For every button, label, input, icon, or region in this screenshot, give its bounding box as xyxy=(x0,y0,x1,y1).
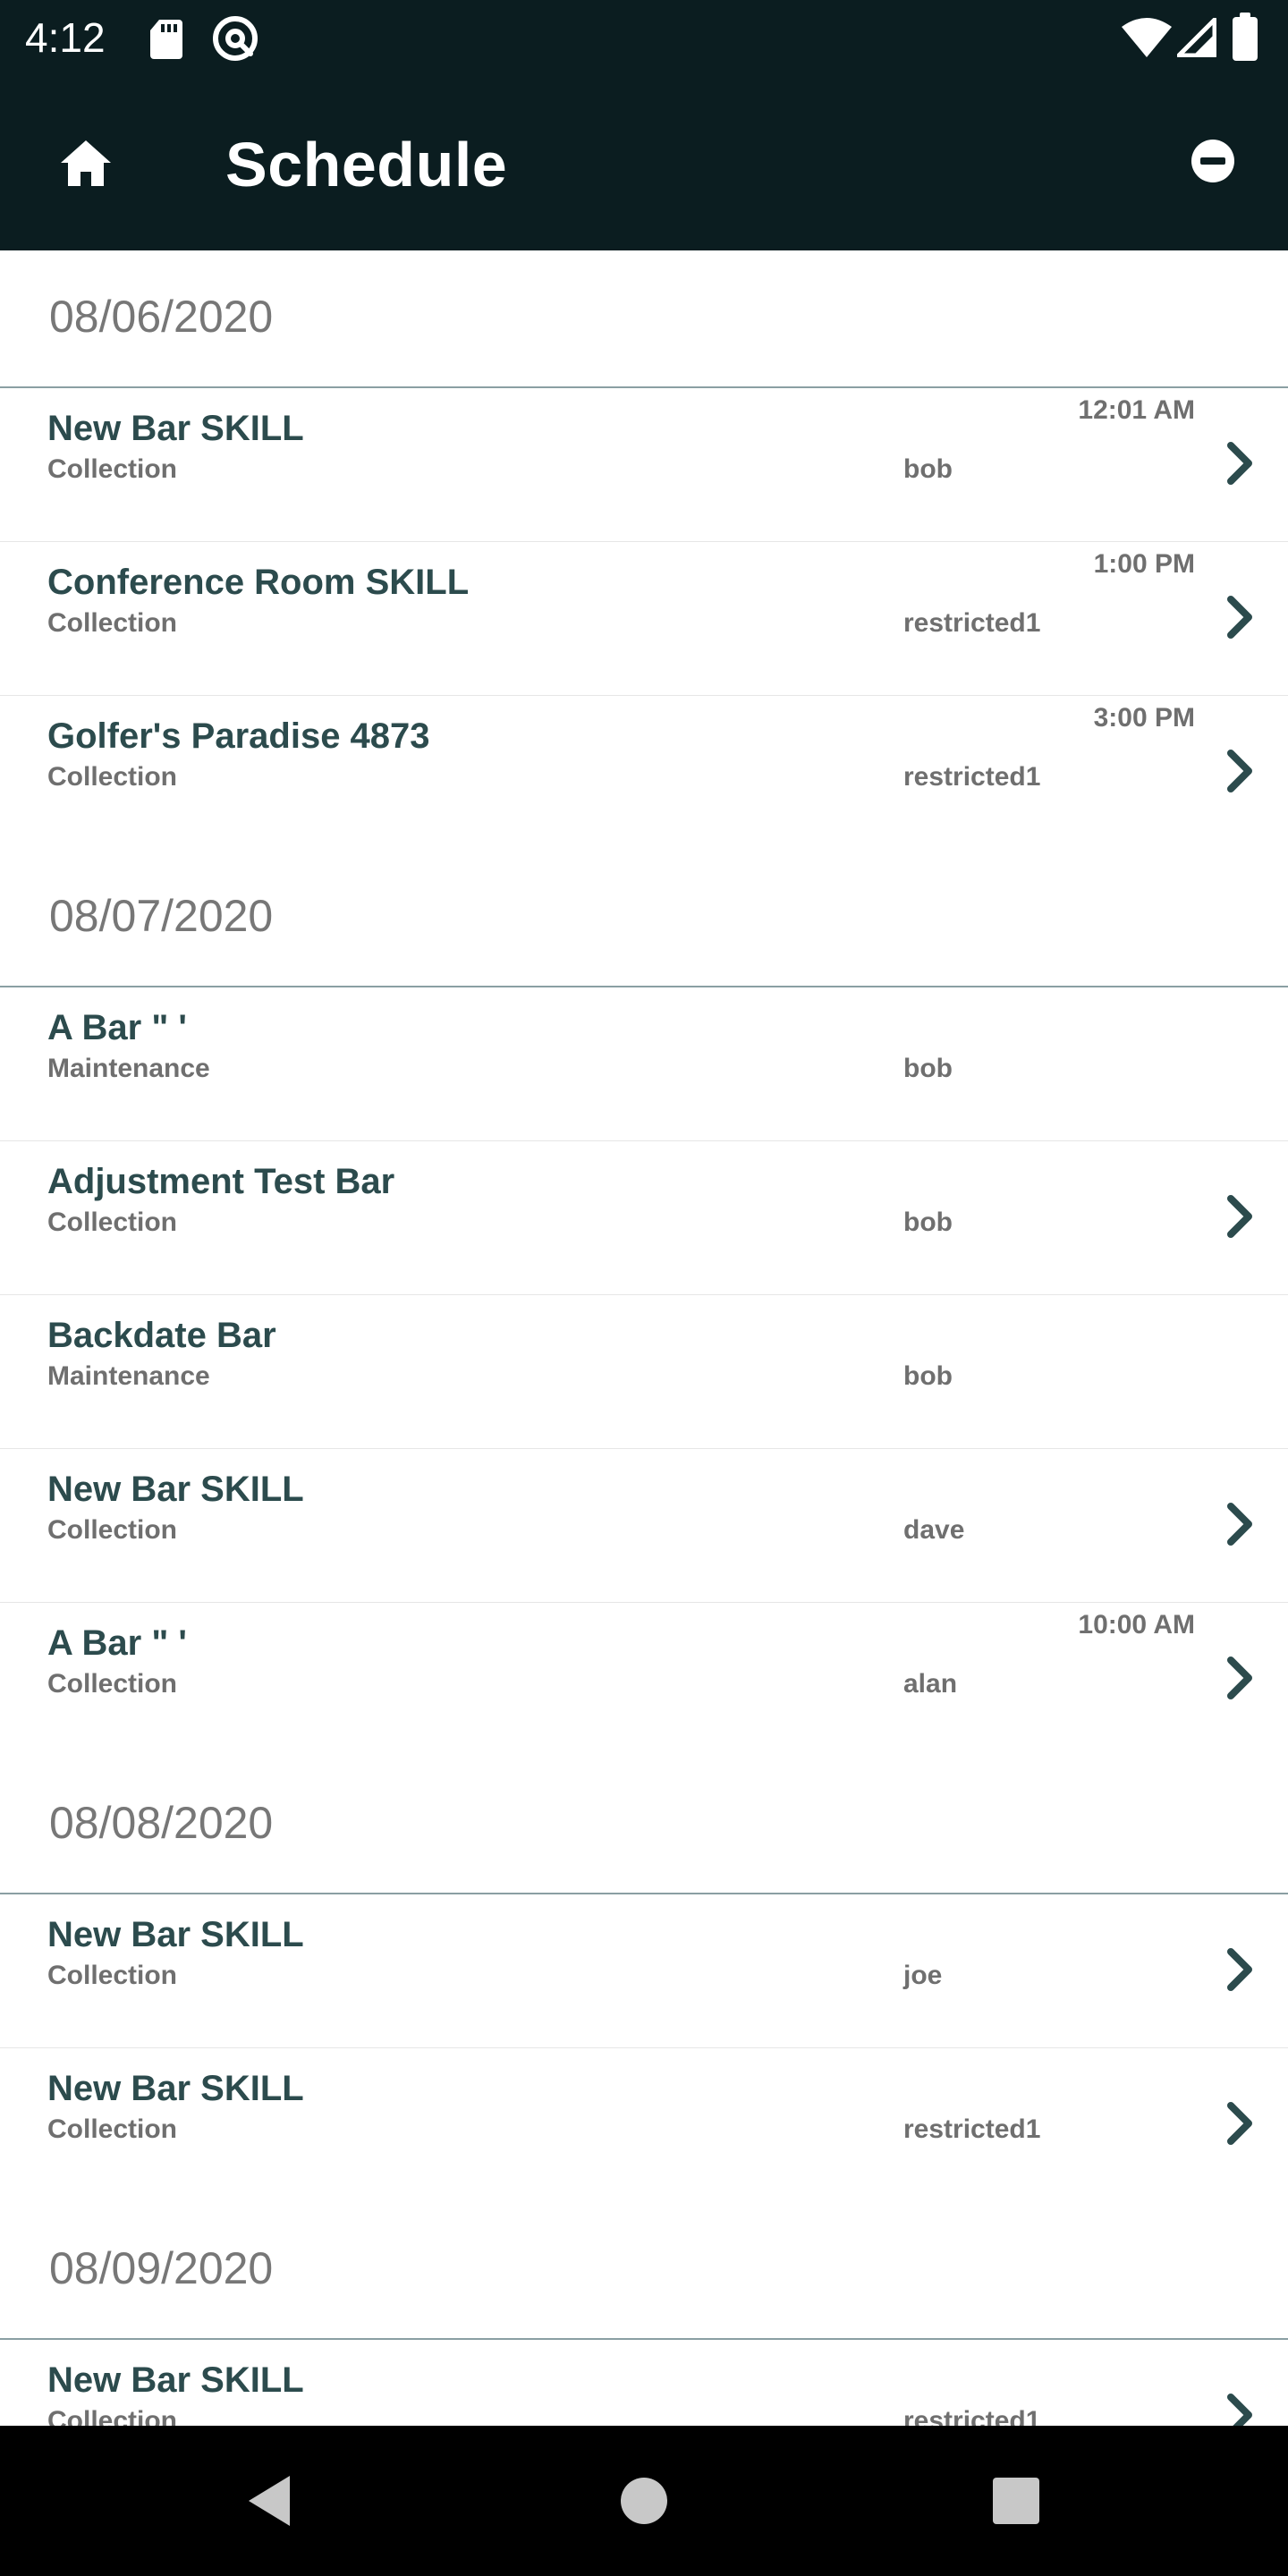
chevron-right-icon[interactable] xyxy=(1225,594,1256,640)
item-title: Conference Room SKILL xyxy=(47,563,470,602)
item-title: A Bar " ' xyxy=(47,1623,187,1663)
item-type: Collection xyxy=(47,454,178,484)
wifi-icon xyxy=(1122,18,1172,57)
sd-card-icon xyxy=(150,20,182,59)
chevron-right-icon[interactable] xyxy=(1225,1501,1256,1547)
item-user: restricted1 xyxy=(903,2406,1041,2426)
chevron-right-icon[interactable] xyxy=(1225,748,1256,794)
schedule-item[interactable]: A Bar " ' Maintenance bob xyxy=(0,987,1288,1141)
status-time: 4:12 xyxy=(25,14,106,61)
page-title: Schedule xyxy=(225,130,508,199)
app-bar: Schedule xyxy=(0,75,1288,250)
item-title: Golfer's Paradise 4873 xyxy=(47,716,430,756)
chevron-right-icon[interactable] xyxy=(1225,2392,1256,2426)
item-title: New Bar SKILL xyxy=(47,1470,304,1509)
item-user: restricted1 xyxy=(903,762,1041,792)
item-user: joe xyxy=(903,1961,943,1990)
item-user: restricted1 xyxy=(903,608,1041,638)
item-time: 3:00 PM xyxy=(1093,703,1195,733)
item-title: New Bar SKILL xyxy=(47,1915,304,1954)
chevron-right-icon[interactable] xyxy=(1225,1193,1256,1240)
item-type: Collection xyxy=(47,2114,178,2144)
date-header: 08/08/2020 xyxy=(0,1757,1288,1894)
schedule-item[interactable]: Backdate Bar Maintenance bob xyxy=(0,1295,1288,1449)
system-nav-bar xyxy=(0,2426,1288,2576)
schedule-item[interactable]: A Bar " ' Collection alan 10:00 AM xyxy=(0,1603,1288,1757)
schedule-item[interactable]: Golfer's Paradise 4873 Collection restri… xyxy=(0,696,1288,850)
item-type: Collection xyxy=(47,1961,178,1990)
chevron-right-icon[interactable] xyxy=(1225,1655,1256,1701)
item-time: 10:00 AM xyxy=(1078,1610,1195,1640)
schedule-item[interactable]: New Bar SKILL Collection restricted1 xyxy=(0,2340,1288,2426)
item-user: alan xyxy=(903,1669,958,1699)
date-label: 08/09/2020 xyxy=(49,2243,274,2293)
item-user: bob xyxy=(903,1361,953,1391)
item-user: bob xyxy=(903,454,953,484)
item-type: Maintenance xyxy=(47,1361,210,1391)
date-label: 08/06/2020 xyxy=(49,292,274,342)
status-bar: 4:12 xyxy=(0,0,1288,75)
item-title: New Bar SKILL xyxy=(47,2069,304,2108)
schedule-item[interactable]: Conference Room SKILL Collection restric… xyxy=(0,542,1288,696)
schedule-item[interactable]: New Bar SKILL Collection bob 12:01 AM xyxy=(0,388,1288,542)
chevron-right-icon[interactable] xyxy=(1225,440,1256,487)
item-type: Collection xyxy=(47,2406,178,2426)
item-type: Collection xyxy=(47,1515,178,1545)
item-title: New Bar SKILL xyxy=(47,2360,304,2400)
recents-icon[interactable] xyxy=(984,2469,1048,2533)
item-type: Collection xyxy=(47,1669,178,1699)
schedule-list[interactable]: 08/06/2020 New Bar SKILL Collection bob … xyxy=(0,250,1288,2426)
schedule-item[interactable]: Adjustment Test Bar Collection bob xyxy=(0,1141,1288,1295)
chevron-right-icon[interactable] xyxy=(1225,1946,1256,1993)
date-header: 08/07/2020 xyxy=(0,850,1288,987)
item-user: restricted1 xyxy=(903,2114,1041,2144)
item-user: bob xyxy=(903,1054,953,1083)
battery-icon xyxy=(1233,13,1258,61)
date-label: 08/07/2020 xyxy=(49,891,274,941)
item-time: 1:00 PM xyxy=(1093,549,1195,579)
date-label: 08/08/2020 xyxy=(49,1798,274,1848)
item-type: Collection xyxy=(47,1208,178,1237)
item-type: Collection xyxy=(47,608,178,638)
item-title: Adjustment Test Bar xyxy=(47,1162,395,1201)
minus-circle-icon[interactable] xyxy=(1190,138,1236,184)
item-title: Backdate Bar xyxy=(47,1316,276,1355)
signal-icon xyxy=(1177,18,1216,57)
date-header: 08/09/2020 xyxy=(0,2202,1288,2340)
item-user: dave xyxy=(903,1515,965,1545)
at-sign-icon xyxy=(213,16,258,61)
item-title: A Bar " ' xyxy=(47,1008,187,1047)
schedule-item[interactable]: New Bar SKILL Collection joe xyxy=(0,1894,1288,2048)
back-icon[interactable] xyxy=(238,2469,302,2533)
item-time: 12:01 AM xyxy=(1078,395,1195,425)
item-type: Maintenance xyxy=(47,1054,210,1083)
date-header: 08/06/2020 xyxy=(0,250,1288,388)
item-title: New Bar SKILL xyxy=(47,409,304,448)
schedule-item[interactable]: New Bar SKILL Collection restricted1 xyxy=(0,2048,1288,2202)
home-circle-icon[interactable] xyxy=(612,2469,676,2533)
home-icon[interactable] xyxy=(59,138,113,188)
chevron-right-icon[interactable] xyxy=(1225,2100,1256,2147)
item-type: Collection xyxy=(47,762,178,792)
schedule-item[interactable]: New Bar SKILL Collection dave xyxy=(0,1449,1288,1603)
item-user: bob xyxy=(903,1208,953,1237)
